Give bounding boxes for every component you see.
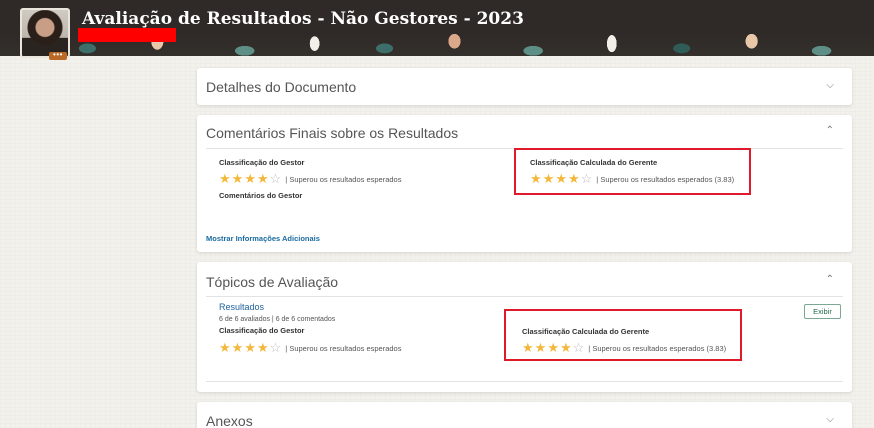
star-icon: ☆ [269,171,282,186]
manager-rating: ★★★★☆ | Superou os resultados esperados [219,170,401,188]
show-more-info-link[interactable]: Mostrar Informações Adicionais [206,234,320,243]
redacted-name [78,28,176,42]
chevron-up-icon[interactable]: ⌃ [826,274,834,285]
card-title: Anexos [206,413,253,428]
page-title: Avaliação de Resultados - Não Gestores -… [82,9,524,29]
divider [206,381,843,382]
avatar-menu-icon[interactable]: ••• [49,51,67,60]
star-icon: ★ [219,340,231,355]
manager-rating-label: Classificação do Gestor [219,326,305,335]
star-icon: ☆ [269,340,282,355]
star-icon: ★ [256,171,269,186]
card-title: Tópicos de Avaliação [206,274,339,290]
chevron-down-icon[interactable]: ⌵ [826,414,834,425]
manager-rating: ★★★★☆ | Superou os resultados esperados [219,339,401,357]
star-icon: ★ [231,340,244,355]
divider [206,296,843,297]
results-section-link[interactable]: Resultados [219,302,264,312]
card-attachments[interactable]: Anexos ⌵ [197,402,852,428]
manager-comments-label: Comentários do Gestor [219,191,303,200]
manager-rating-text: | Superou os resultados esperados [285,174,402,184]
manager-rating-text: | Superou os resultados esperados [285,343,402,353]
star-icon: ★ [256,340,269,355]
star-icon: ★ [244,340,256,355]
star-icon: ★ [244,171,256,186]
card-document-details[interactable]: Detalhes do Documento ⌵ [197,68,852,105]
star-icon: ★ [231,171,244,186]
card-title: Comentários Finais sobre os Resultados [206,125,459,141]
manager-rating-label: Classificação do Gestor [219,158,305,167]
star-icon: ★ [219,171,231,186]
evaluation-counts: 6 de 6 avaliados | 6 de 6 comentados [219,316,336,323]
view-button[interactable]: Exibir [804,304,841,319]
highlight-box [504,309,742,361]
highlight-box [514,148,751,195]
chevron-up-icon[interactable]: ⌃ [826,125,834,136]
chevron-down-icon[interactable]: ⌵ [826,80,834,91]
card-title: Detalhes do Documento [206,79,357,95]
